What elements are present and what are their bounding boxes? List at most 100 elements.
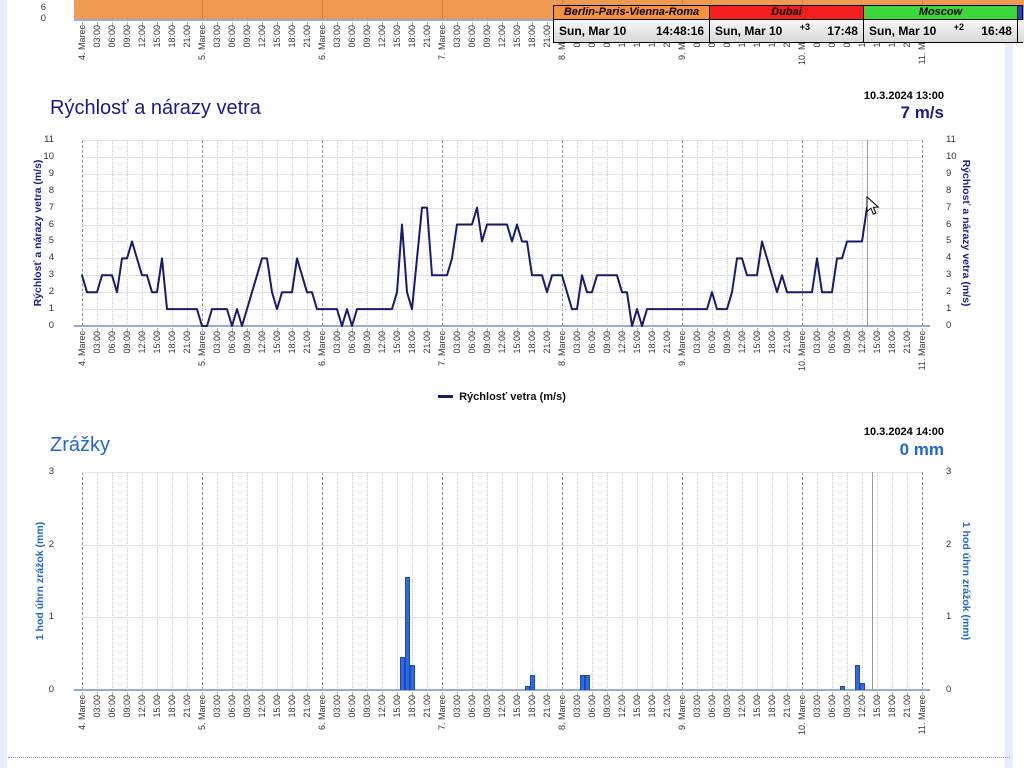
x-tick-label: 09:00 (721, 695, 733, 753)
x-tick-label: 12:00 (856, 331, 868, 389)
x-tick-label: 03:00 (91, 695, 103, 753)
clock-column-cutoff (1018, 6, 1022, 42)
x-tick-label: 18:00 (646, 695, 658, 753)
x-tick-label: 21:00 (541, 695, 553, 753)
x-tick-label: 15:00 (871, 331, 883, 389)
x-tick-label: 18:00 (166, 695, 178, 753)
clock-date: Sun, Mar 10 (715, 24, 782, 38)
x-tick-label: 12:00 (376, 25, 388, 83)
day-divider (442, 0, 443, 19)
x-tick-label: 09:00 (841, 695, 853, 753)
x-tick-label: 15:00 (271, 25, 283, 83)
y-tick-label: 7 (946, 202, 972, 213)
wind-chart-timestamp: 10.3.2024 13:00 (644, 90, 944, 102)
wind-plot-area[interactable] (82, 140, 922, 326)
y-tick-label: 10 (946, 151, 972, 162)
x-tick-label: 15:00 (391, 695, 403, 753)
x-tick-label: 9. Marec (676, 331, 688, 389)
x-tick-label: 06:00 (106, 25, 118, 83)
x-tick-label: 9. Marec (676, 695, 688, 753)
clock-city-name: Dubai (710, 6, 863, 20)
x-tick-label: 03:00 (211, 695, 223, 753)
x-tick-label: 06:00 (706, 331, 718, 389)
y-tick-label: 4 (946, 252, 972, 263)
x-tick-label: 12:00 (496, 331, 508, 389)
x-tick-label: 18:00 (286, 25, 298, 83)
x-tick-label: 21:00 (901, 695, 913, 753)
x-tick-label: 09:00 (481, 25, 493, 83)
x-tick-label: 21:00 (301, 331, 313, 389)
x-tick-label: 18:00 (526, 331, 538, 389)
x-tick-label: 09:00 (361, 25, 373, 83)
x-tick-label: 15:00 (151, 331, 163, 389)
x-tick-label: 12:00 (376, 695, 388, 753)
x-tick-label: 03:00 (331, 695, 343, 753)
y-tick-label: 6 (946, 219, 972, 230)
x-tick-label: 06:00 (346, 331, 358, 389)
rain-plot-area[interactable] (82, 472, 922, 690)
x-tick-label: 15:00 (151, 695, 163, 753)
x-tick-label: 21:00 (421, 331, 433, 389)
y-tick-label: 2 (946, 286, 972, 297)
y-tick-label: 1 (28, 611, 54, 622)
x-tick-label: 12:00 (136, 25, 148, 83)
clock-column: Berlin-Paris-Vienna-RomaSun, Mar 1014:48… (554, 6, 710, 42)
y-tick-label: 3 (28, 466, 54, 477)
x-tick-label: 03:00 (691, 695, 703, 753)
wind-chart-title: Rýchlosť a nárazy vetra (50, 97, 261, 120)
weather-dashboard-page: Berlin-Paris-Vienna-RomaSun, Mar 1014:48… (0, 0, 1024, 768)
x-tick-label: 8. Marec (556, 695, 568, 753)
x-tick-label: 15:00 (511, 695, 523, 753)
x-tick-label: 06:00 (466, 25, 478, 83)
clock-column: MoscowSun, Mar 10+216:48 (864, 6, 1018, 42)
clock-time: 16:48 (981, 24, 1012, 38)
x-tick-label: 06:00 (106, 695, 118, 753)
right-margin-strip (1005, 0, 1013, 768)
y-tick-label: 0 (28, 320, 54, 331)
x-tick-label: 21:00 (181, 695, 193, 753)
y-tick-label: 3 (946, 466, 972, 477)
x-tick-label: 03:00 (451, 25, 463, 83)
clock-column: DubaiSun, Mar 10+317:48 (710, 6, 864, 42)
clock-time: 14:48:16 (656, 24, 704, 38)
x-tick-label: 09:00 (241, 25, 253, 83)
rain-chart-title: Zrážky (50, 434, 110, 457)
y-tick-label: 0 (946, 320, 972, 331)
day-divider (322, 0, 323, 19)
x-tick-label: 09:00 (481, 695, 493, 753)
x-tick-label: 18:00 (886, 331, 898, 389)
y-tick-label: 2 (28, 539, 54, 550)
clock-time-row: Sun, Mar 10+317:48 (710, 20, 863, 42)
y-tick-label: 11 (946, 134, 972, 145)
x-tick-label: 18:00 (526, 25, 538, 83)
x-tick-label: 12:00 (376, 331, 388, 389)
x-tick-label: 09:00 (241, 331, 253, 389)
section-divider (8, 757, 1010, 758)
clock-time-row: Sun, Mar 10+216:48 (864, 20, 1017, 42)
x-tick-label: 5. Marec (196, 695, 208, 753)
x-tick-label: 15:00 (631, 695, 643, 753)
x-tick-label: 06:00 (346, 25, 358, 83)
y-tick-label: 4 (28, 252, 54, 263)
clock-date: Sun, Mar 10 (559, 24, 626, 38)
x-tick-label: 6. Marec (316, 331, 328, 389)
x-tick-label: 12:00 (256, 25, 268, 83)
x-tick-label: 03:00 (211, 25, 223, 83)
x-tick-label: 21:00 (421, 25, 433, 83)
x-tick-label: 03:00 (571, 695, 583, 753)
x-tick-label: 12:00 (496, 695, 508, 753)
x-tick-label: 18:00 (766, 695, 778, 753)
clock-time: 17:48 (827, 24, 858, 38)
x-tick-label: 15:00 (751, 695, 763, 753)
x-tick-label: 09:00 (601, 331, 613, 389)
x-tick-label: 6. Marec (316, 25, 328, 83)
x-tick-label: 15:00 (631, 331, 643, 389)
x-tick-label: 15:00 (511, 25, 523, 83)
wind-chart-legend: Rýchlosť vetra (m/s) (82, 391, 922, 403)
gridline-vertical (922, 472, 923, 690)
x-tick-label: 18:00 (646, 331, 658, 389)
x-tick-label: 15:00 (511, 331, 523, 389)
x-tick-label: 18:00 (166, 25, 178, 83)
x-tick-label: 09:00 (121, 331, 133, 389)
x-tick-label: 8. Marec (556, 331, 568, 389)
